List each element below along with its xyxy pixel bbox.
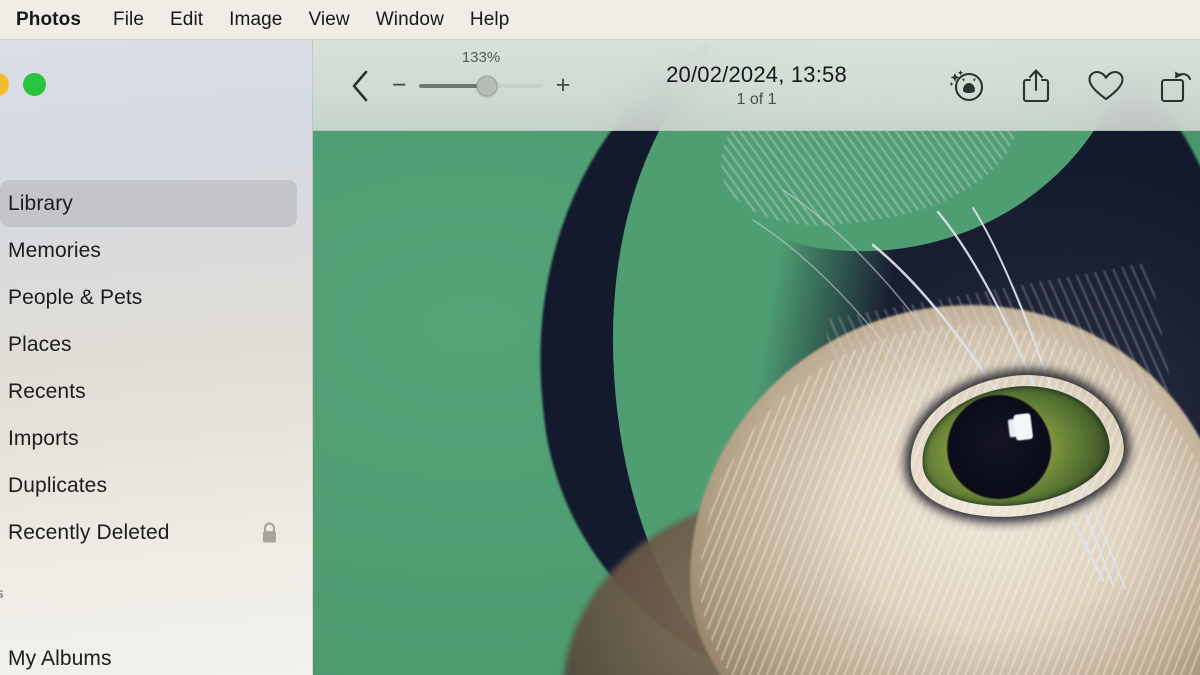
sidebar-item-people-and-pets[interactable]: People & Pets [0,274,297,321]
sidebar-item-recently-deleted[interactable]: Recently Deleted [0,509,297,556]
photo-count-label: 1 of 1 [736,91,777,108]
toolbar-actions [946,40,1200,131]
photo-date-label: 20/02/2024, 13:58 [666,62,847,87]
menu-bar: Photos File Edit Image View Window Help [0,0,1200,40]
sidebar-item-label: Memories [8,238,101,262]
share-icon [1022,68,1050,102]
lock-icon [260,521,279,544]
rotate-button[interactable] [1156,66,1196,106]
chevron-left-icon [352,70,368,101]
sidebar-item-label: Places [8,332,72,356]
photo-toolbar: 133% − + 20/02/2024, 13:58 1 of 1 [313,40,1200,131]
cat-eye [914,375,1116,517]
zoom-slider[interactable] [419,75,543,96]
cat-eye-glint [1013,412,1034,441]
menu-item-image[interactable]: Image [229,9,282,31]
sidebar-item-label: Library [8,191,73,215]
window-controls [0,73,46,96]
zoom-out-button[interactable]: − [391,73,407,98]
favorite-heart-icon [1088,70,1124,100]
sidebar-item-recents[interactable]: Recents [0,368,297,415]
identify-pet-icon [949,69,984,101]
menu-item-help[interactable]: Help [470,9,509,31]
minimize-button[interactable] [0,73,9,96]
sidebar-item-label: My Albums [8,646,112,670]
back-button[interactable] [343,66,377,106]
menu-item-photos[interactable]: Photos [16,9,81,31]
cat-whiskers [752,189,1126,589]
menu-item-file[interactable]: File [113,9,144,31]
sidebar-item-label: People & Pets [8,285,143,309]
sidebar-item-my-albums[interactable]: My Albums [0,635,297,675]
photos-app-window: Photos File Edit Image View Window Help [0,0,1200,675]
sidebar-item-label: Recents [8,379,86,403]
sidebar-item-label: Recently Deleted [8,520,170,544]
sidebar-photos-list: Library Memories People & Pets Places Re… [0,180,313,556]
identify-pet-button[interactable] [946,66,986,106]
sidebar-item-duplicates[interactable]: Duplicates [0,462,297,509]
favorite-button[interactable] [1086,66,1126,106]
sidebar-item-label: Duplicates [8,473,108,497]
zoom-in-button[interactable]: + [555,73,571,98]
sidebar-item-imports[interactable]: Imports [0,415,297,462]
zoom-control: 133% − + [391,49,571,98]
photo-image [313,40,1200,675]
rotate-left-icon [1160,71,1192,102]
menu-item-view[interactable]: View [308,9,349,31]
menu-item-edit[interactable]: Edit [170,9,203,31]
sidebar-item-label: Imports [8,426,79,450]
zoom-percent-label: 133% [461,49,501,66]
sidebar-albums-list: My Albums [0,635,313,675]
photo-viewer[interactable] [313,40,1200,675]
share-button[interactable] [1016,66,1056,106]
sidebar: os Library Memories People & Pets Places… [0,40,313,675]
menu-item-window[interactable]: Window [376,9,444,31]
zoom-button[interactable] [23,73,46,96]
sidebar-item-places[interactable]: Places [0,321,297,368]
zoom-slider-knob[interactable] [476,75,498,96]
sidebar-item-memories[interactable]: Memories [0,227,297,274]
sidebar-section-albums: ms [0,585,4,602]
sidebar-item-library[interactable]: Library [0,180,297,227]
